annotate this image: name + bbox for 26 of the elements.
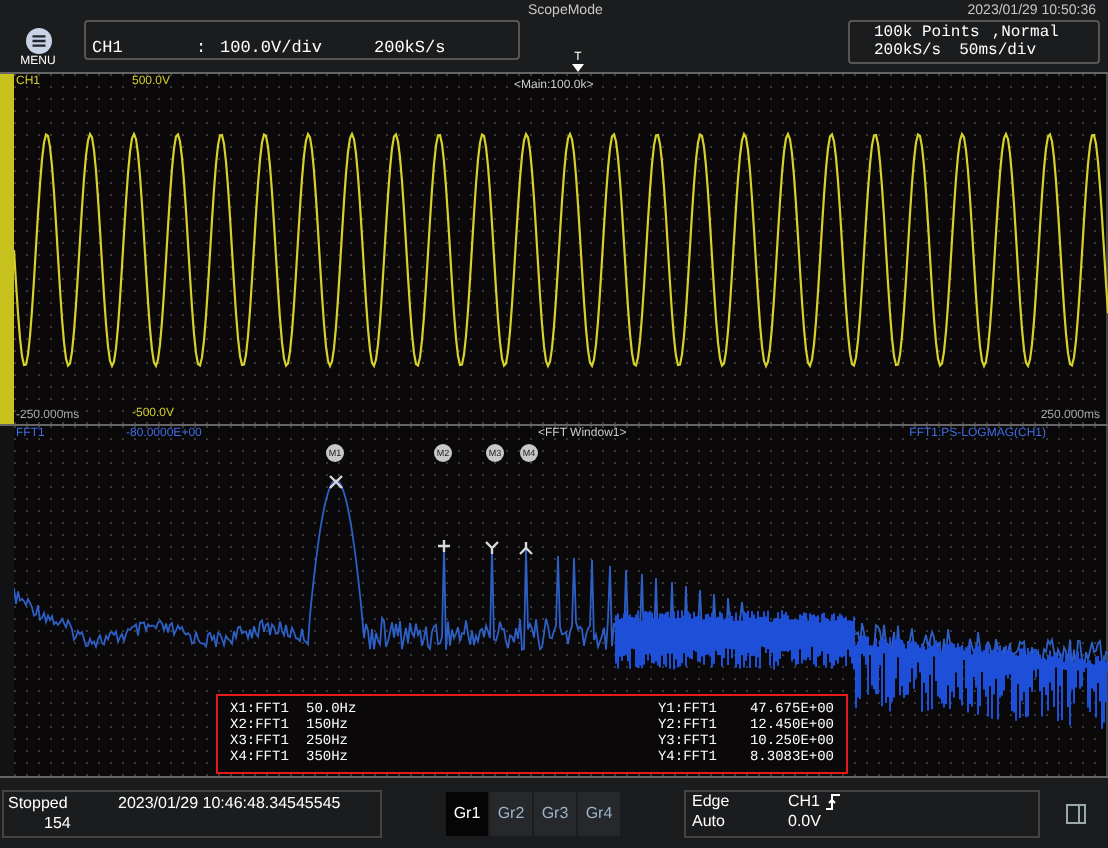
- trigger-source: CH1: [788, 791, 821, 811]
- separator-text: :: [196, 39, 209, 56]
- trigger-type: Edge: [692, 791, 732, 811]
- acquisition-timestamp: 2023/01/29 10:46:48.34545545: [118, 793, 341, 815]
- graph-tab[interactable]: Gr3: [534, 791, 576, 835]
- acquisition-count: 154: [42, 813, 73, 833]
- acquisition-mode: ,Normal: [991, 24, 1059, 42]
- cursor-marker-icon: [518, 540, 534, 556]
- menu-icon: [25, 28, 51, 54]
- sample-rate: 200kS/s: [374, 39, 446, 56]
- trigger-level: 0.0V: [788, 811, 823, 831]
- run-state: Stopped: [8, 793, 70, 813]
- trigger-mode: Auto: [692, 811, 727, 831]
- acquisition-rate: 200kS/s: [874, 42, 942, 60]
- timebase: 50ms/div: [959, 42, 1037, 60]
- graph-tab[interactable]: Gr1: [446, 791, 488, 835]
- cursor-marker-icon: [436, 538, 452, 554]
- graph-tab[interactable]: Gr4: [578, 791, 620, 835]
- graph-tab[interactable]: Gr2: [490, 791, 532, 835]
- side-panel-icon[interactable]: [1066, 803, 1086, 823]
- record-length: 100k Points: [874, 24, 980, 42]
- channel-name: CH1: [92, 39, 125, 56]
- cursor-marker-icon: [484, 540, 500, 556]
- rising-edge-icon: [826, 793, 841, 809]
- cursor-marker-icon: [328, 474, 344, 490]
- vertical-scale: 100.0V/div: [220, 39, 325, 56]
